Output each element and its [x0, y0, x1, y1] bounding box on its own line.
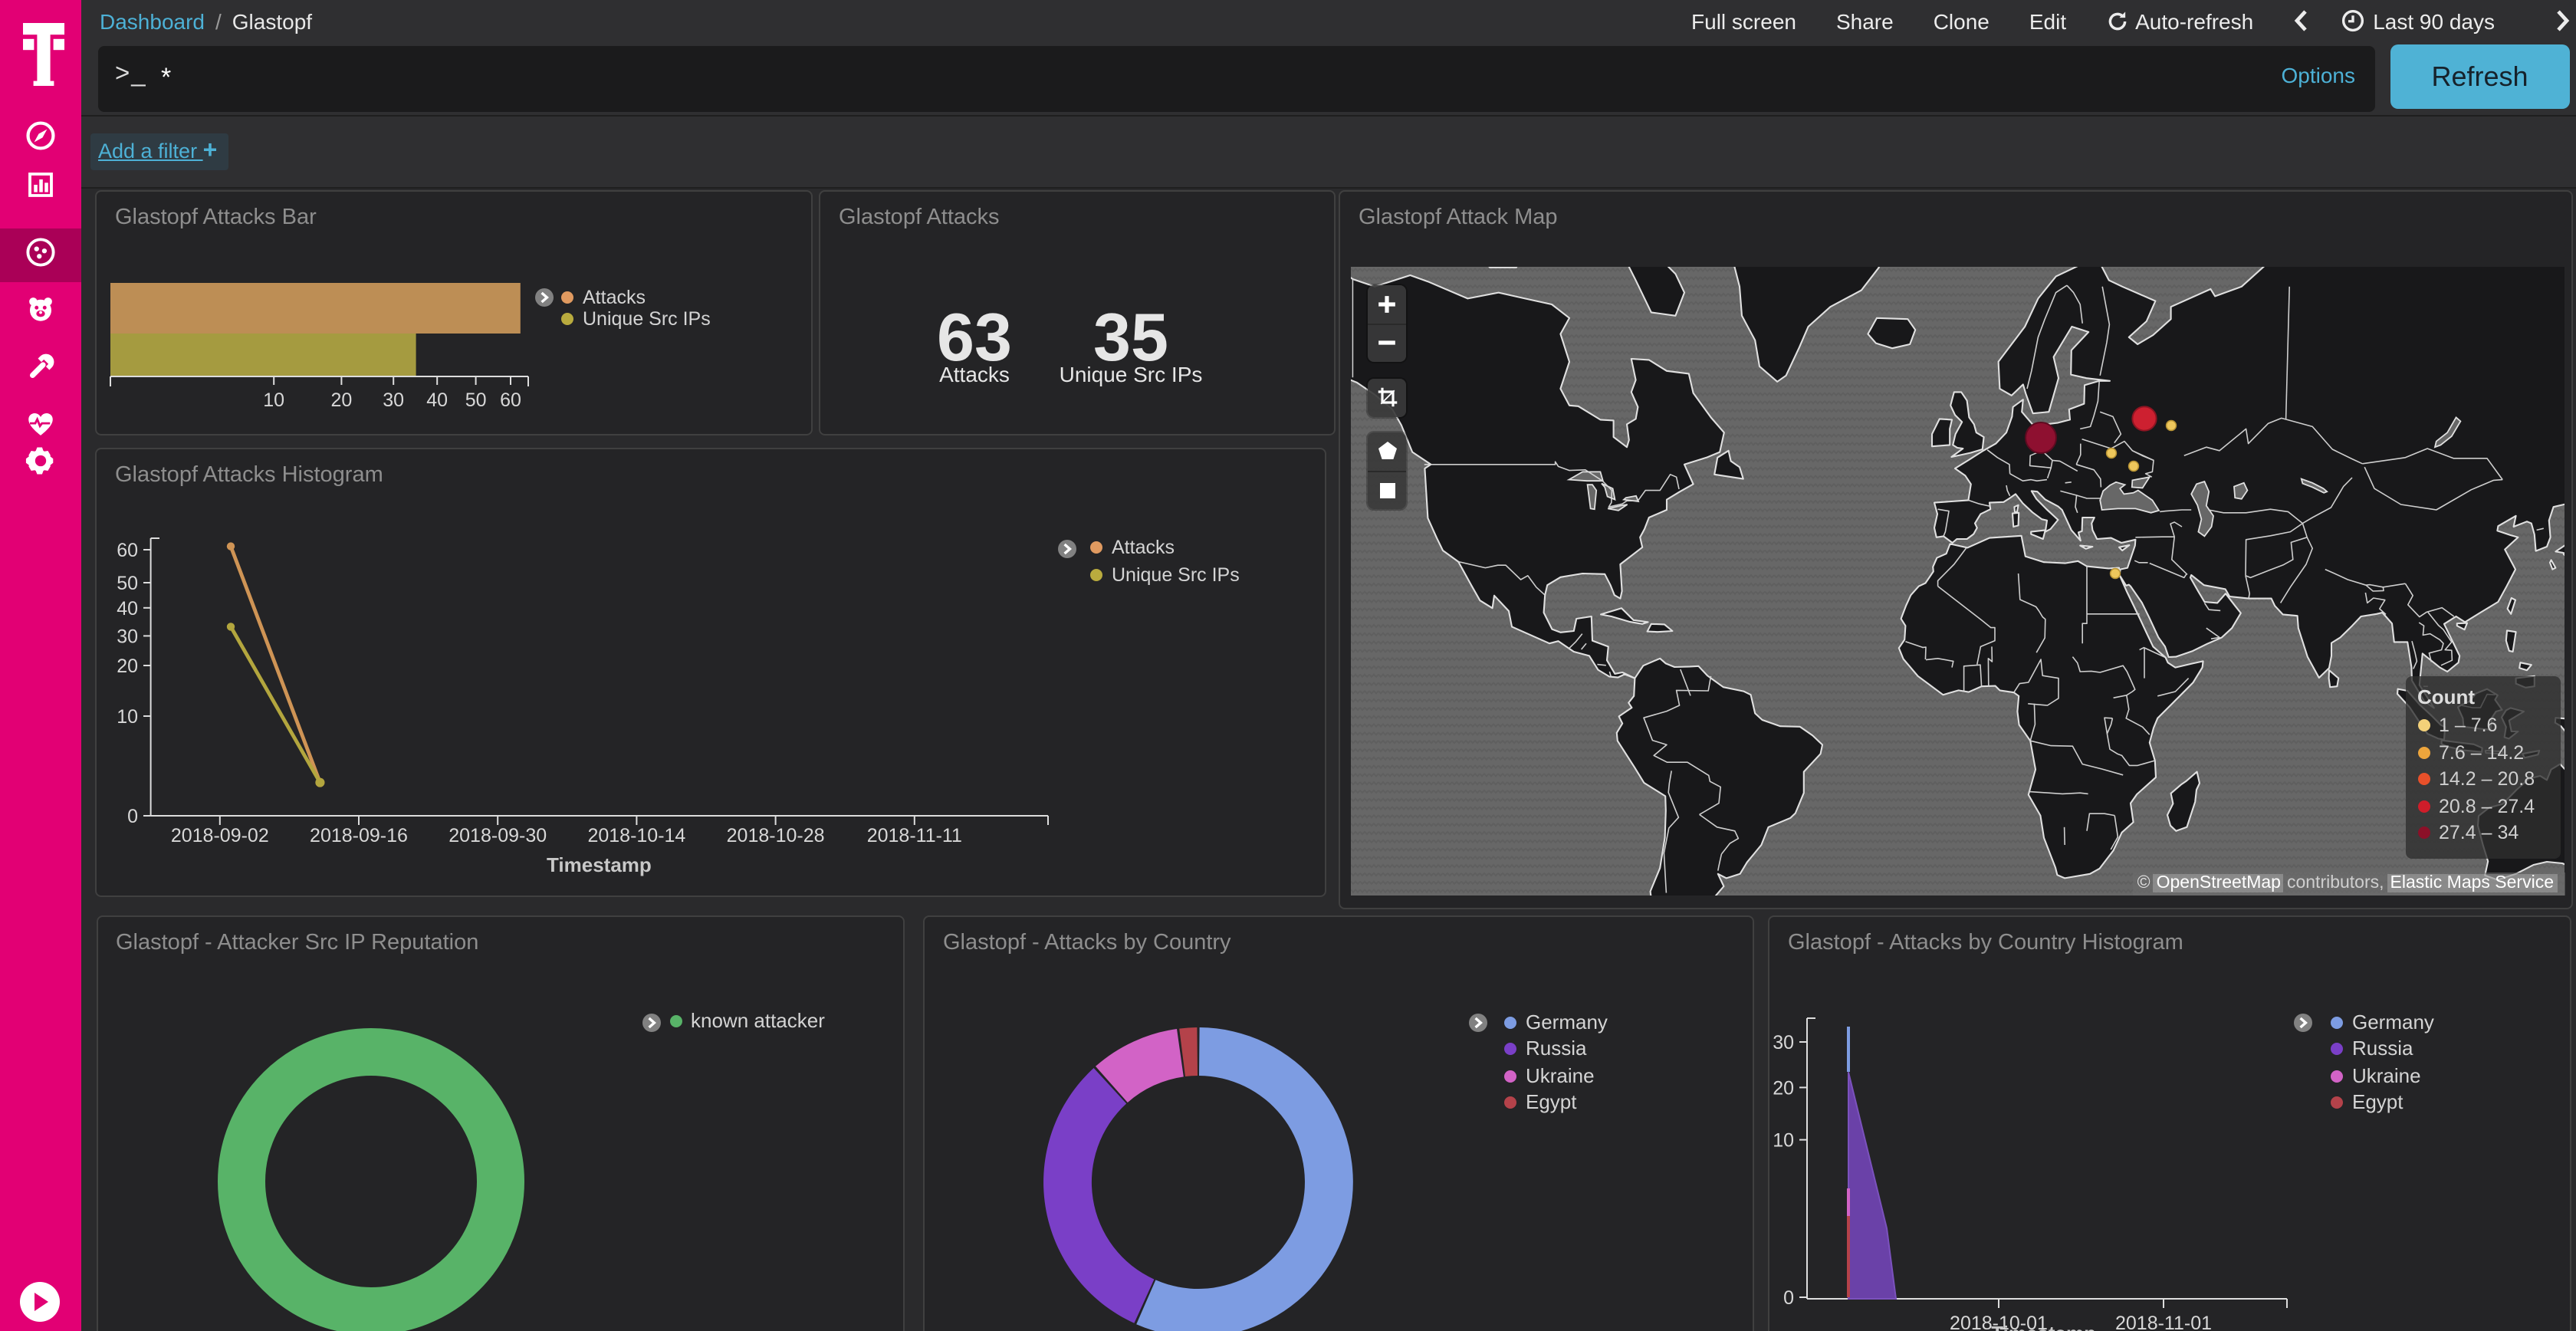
svg-text:2018-10-28: 2018-10-28 [727, 825, 825, 846]
svg-text:20: 20 [1773, 1077, 1794, 1099]
svg-text:Timestamp: Timestamp [547, 853, 652, 876]
svg-text:2018-10-14: 2018-10-14 [587, 825, 685, 846]
svg-text:40: 40 [426, 389, 448, 410]
svg-text:30: 30 [1773, 1032, 1794, 1053]
svg-text:60: 60 [117, 540, 138, 561]
svg-text:60: 60 [500, 389, 521, 410]
svg-text:50: 50 [465, 389, 487, 410]
svg-text:20: 20 [330, 389, 352, 410]
svg-text:20: 20 [117, 656, 138, 677]
svg-text:0: 0 [1783, 1287, 1794, 1309]
svg-text:10: 10 [1773, 1130, 1794, 1152]
svg-text:2018-09-16: 2018-09-16 [310, 825, 408, 846]
svg-text:50: 50 [117, 573, 138, 594]
svg-text:2018-11-11: 2018-11-11 [867, 825, 962, 846]
svg-text:2018-09-30: 2018-09-30 [449, 825, 547, 846]
svg-text:0: 0 [127, 806, 138, 827]
svg-text:10: 10 [117, 706, 138, 728]
svg-text:Timestamp: Timestamp [1991, 1322, 2096, 1331]
svg-text:30: 30 [383, 389, 404, 410]
svg-text:30: 30 [117, 626, 138, 647]
svg-text:2018-11-01: 2018-11-01 [2115, 1313, 2212, 1331]
svg-text:40: 40 [117, 598, 138, 619]
svg-text:10: 10 [263, 389, 284, 410]
svg-text:2018-09-02: 2018-09-02 [171, 825, 269, 846]
